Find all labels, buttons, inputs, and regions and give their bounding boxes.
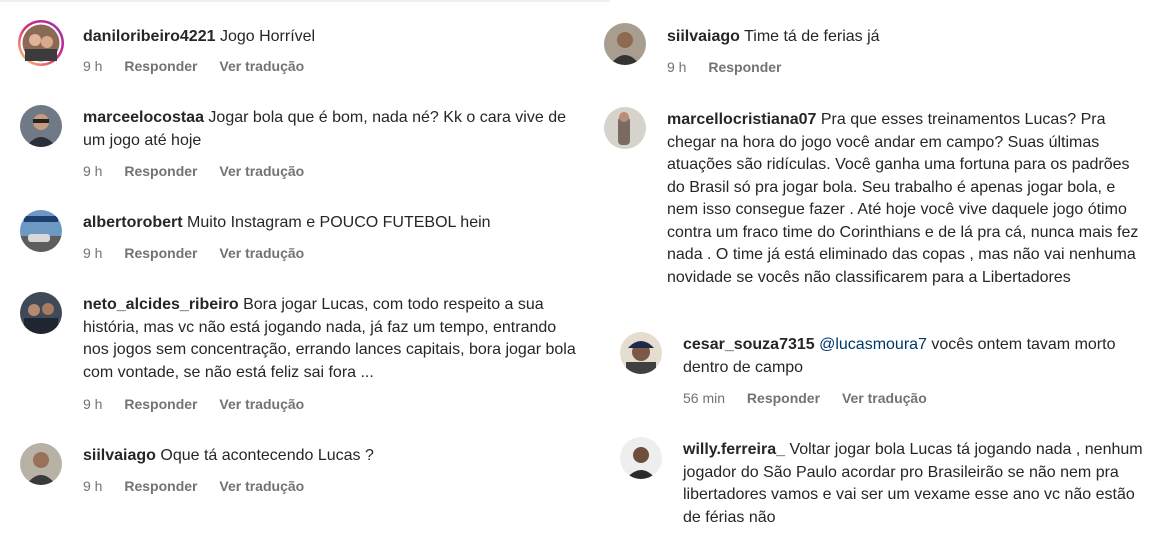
comment-text-block: willy.ferreira_ Voltar jogar bola Lucas … xyxy=(683,439,1153,529)
comment-time: 9 h xyxy=(83,163,103,179)
translate-button[interactable]: Ver tradução xyxy=(219,163,304,179)
avatar-image xyxy=(604,23,646,65)
comment-text-block: marceelocostaa Jogar bola que é bom, nad… xyxy=(83,107,583,152)
comment-text: Oque tá acontecendo Lucas ? xyxy=(160,447,374,464)
reply-button[interactable]: Responder xyxy=(747,390,820,406)
reply-button[interactable]: Responder xyxy=(124,163,197,179)
comment-text: Time tá de ferias já xyxy=(744,28,880,45)
comment-item: siilvaiago Oque tá acontecendo Lucas ? 9… xyxy=(0,435,600,505)
comment-time: 9 h xyxy=(83,245,103,261)
comment-item: marceelocostaa Jogar bola que é bom, nad… xyxy=(0,95,600,185)
comment-text-block: siilvaiago Oque tá acontecendo Lucas ? xyxy=(83,445,583,468)
comment-meta: 9 h Responder xyxy=(667,59,799,75)
comment-item: albertorobert Muito Instagram e POUCO FU… xyxy=(0,200,600,270)
comment-text-block: cesar_souza7315 @lucasmoura7 vocês ontem… xyxy=(683,334,1153,379)
comment-text: Muito Instagram e POUCO FUTEBOL hein xyxy=(187,214,491,231)
avatar[interactable] xyxy=(20,105,62,147)
comment-username[interactable]: albertorobert xyxy=(83,214,183,231)
avatar-image xyxy=(18,20,64,66)
avatar[interactable] xyxy=(620,332,662,374)
comment-text: Jogo Horrível xyxy=(219,28,316,45)
comment-reply: willy.ferreira_ Voltar jogar bola Lucas … xyxy=(600,427,1160,537)
reply-button[interactable]: Responder xyxy=(708,59,781,75)
comment-item: daniloribeiro4221 Jogo Horrível 9 h Resp… xyxy=(0,0,600,90)
comment-username[interactable]: willy.ferreira_ xyxy=(683,441,785,458)
comment-reply: cesar_souza7315 @lucasmoura7 vocês ontem… xyxy=(600,322,1160,412)
comment-mention[interactable]: @lucasmoura7 xyxy=(819,336,927,353)
avatar[interactable] xyxy=(20,292,62,334)
reply-button[interactable]: Responder xyxy=(124,58,197,74)
comment-username[interactable]: marcellocristiana07 xyxy=(667,111,816,128)
comment-username[interactable]: siilvaiago xyxy=(83,447,156,464)
avatar-image xyxy=(620,332,662,374)
avatar[interactable] xyxy=(604,107,646,149)
reply-button[interactable]: Responder xyxy=(124,245,197,261)
avatar-image xyxy=(620,437,662,479)
comment-text-block: albertorobert Muito Instagram e POUCO FU… xyxy=(83,212,583,235)
comment-meta: 9 h Responder Ver tradução xyxy=(83,58,322,74)
comment-meta: 9 h Responder Ver tradução xyxy=(83,478,322,494)
avatar[interactable] xyxy=(17,19,65,67)
translate-button[interactable]: Ver tradução xyxy=(219,245,304,261)
comment-text-block: siilvaiago Time tá de ferias já xyxy=(667,26,1147,49)
comment-username[interactable]: siilvaiago xyxy=(667,28,740,45)
comment-username[interactable]: marceelocostaa xyxy=(83,109,204,126)
reply-button[interactable]: Responder xyxy=(124,396,197,412)
comment-meta: 9 h Responder Ver tradução xyxy=(83,245,322,261)
comment-meta: 9 h Responder Ver tradução xyxy=(83,163,322,179)
avatar-image xyxy=(20,292,62,334)
comment-text: Pra que esses treinamentos Lucas? Pra ch… xyxy=(667,111,1139,286)
avatar-image xyxy=(604,107,646,149)
comment-meta: 9 h Responder Ver tradução xyxy=(83,396,322,412)
translate-button[interactable]: Ver tradução xyxy=(219,478,304,494)
comment-time: 9 h xyxy=(83,58,103,74)
avatar[interactable] xyxy=(20,210,62,252)
comment-time: 9 h xyxy=(83,478,103,494)
comment-time: 9 h xyxy=(667,59,687,75)
comment-time: 9 h xyxy=(83,396,103,412)
avatar[interactable] xyxy=(620,437,662,479)
comment-text-block: neto_alcides_ribeiro Bora jogar Lucas, c… xyxy=(83,294,583,384)
reply-button[interactable]: Responder xyxy=(124,478,197,494)
comment-item: siilvaiago Time tá de ferias já 9 h Resp… xyxy=(600,0,1160,90)
comment-meta: 56 min Responder Ver tradução xyxy=(683,390,945,406)
avatar-image xyxy=(20,443,62,485)
comment-item: marcellocristiana07 Pra que esses treina… xyxy=(600,97,1160,317)
comment-text-block: daniloribeiro4221 Jogo Horrível xyxy=(83,26,583,49)
comment-item: neto_alcides_ribeiro Bora jogar Lucas, c… xyxy=(0,282,600,422)
comment-username[interactable]: daniloribeiro4221 xyxy=(83,28,216,45)
comment-time: 56 min xyxy=(683,390,726,406)
comment-username[interactable]: neto_alcides_ribeiro xyxy=(83,296,239,313)
comment-text-block: marcellocristiana07 Pra que esses treina… xyxy=(667,109,1147,289)
translate-button[interactable]: Ver tradução xyxy=(842,390,927,406)
translate-button[interactable]: Ver tradução xyxy=(219,396,304,412)
avatar[interactable] xyxy=(604,23,646,65)
avatar-image xyxy=(20,210,62,252)
avatar[interactable] xyxy=(20,443,62,485)
translate-button[interactable]: Ver tradução xyxy=(219,58,304,74)
comment-username[interactable]: cesar_souza7315 xyxy=(683,336,815,353)
avatar-image xyxy=(20,105,62,147)
